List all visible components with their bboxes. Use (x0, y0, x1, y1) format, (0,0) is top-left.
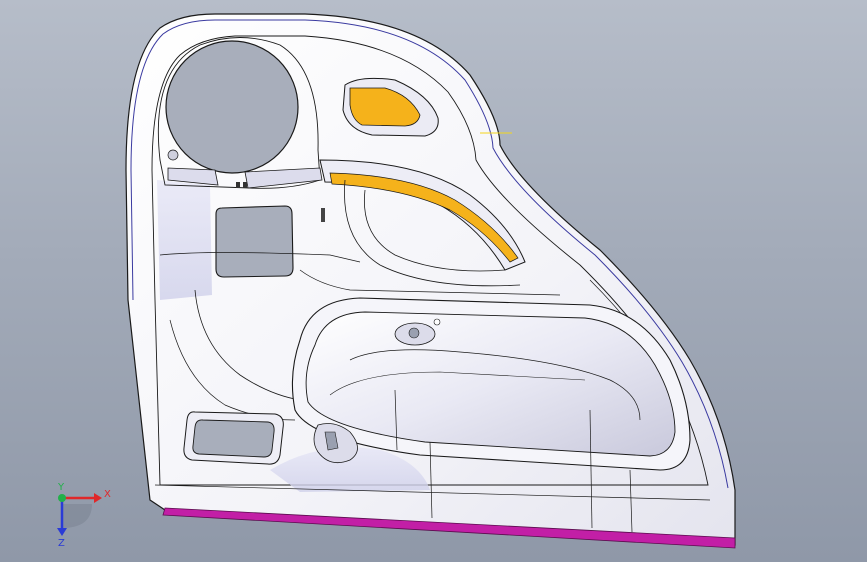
left-recess-face (157, 180, 212, 300)
z-axis-label: Z (58, 538, 65, 548)
coordinate-triad: X Y Z (57, 482, 111, 548)
pocket-bolt-hole (408, 327, 420, 339)
door-panel-model[interactable] (0, 0, 867, 562)
clip-slot-1 (236, 182, 240, 188)
z-axis-arrow (57, 528, 67, 536)
x-axis-arrow (94, 493, 102, 503)
graphics-viewport[interactable]: X Y Z (0, 0, 867, 562)
side-slot (321, 208, 325, 222)
lower-vent-hole[interactable] (192, 419, 275, 458)
triad-shadow (62, 504, 92, 528)
speaker-hole[interactable] (165, 40, 299, 174)
y-axis-label: Y (57, 482, 65, 493)
pocket-screw (433, 318, 441, 326)
rect-cutout[interactable] (215, 205, 294, 278)
clip-slot-2 (243, 182, 247, 188)
speaker-clip-hole (167, 149, 179, 161)
y-axis-dot (58, 494, 66, 502)
x-axis-label: X (104, 489, 111, 500)
